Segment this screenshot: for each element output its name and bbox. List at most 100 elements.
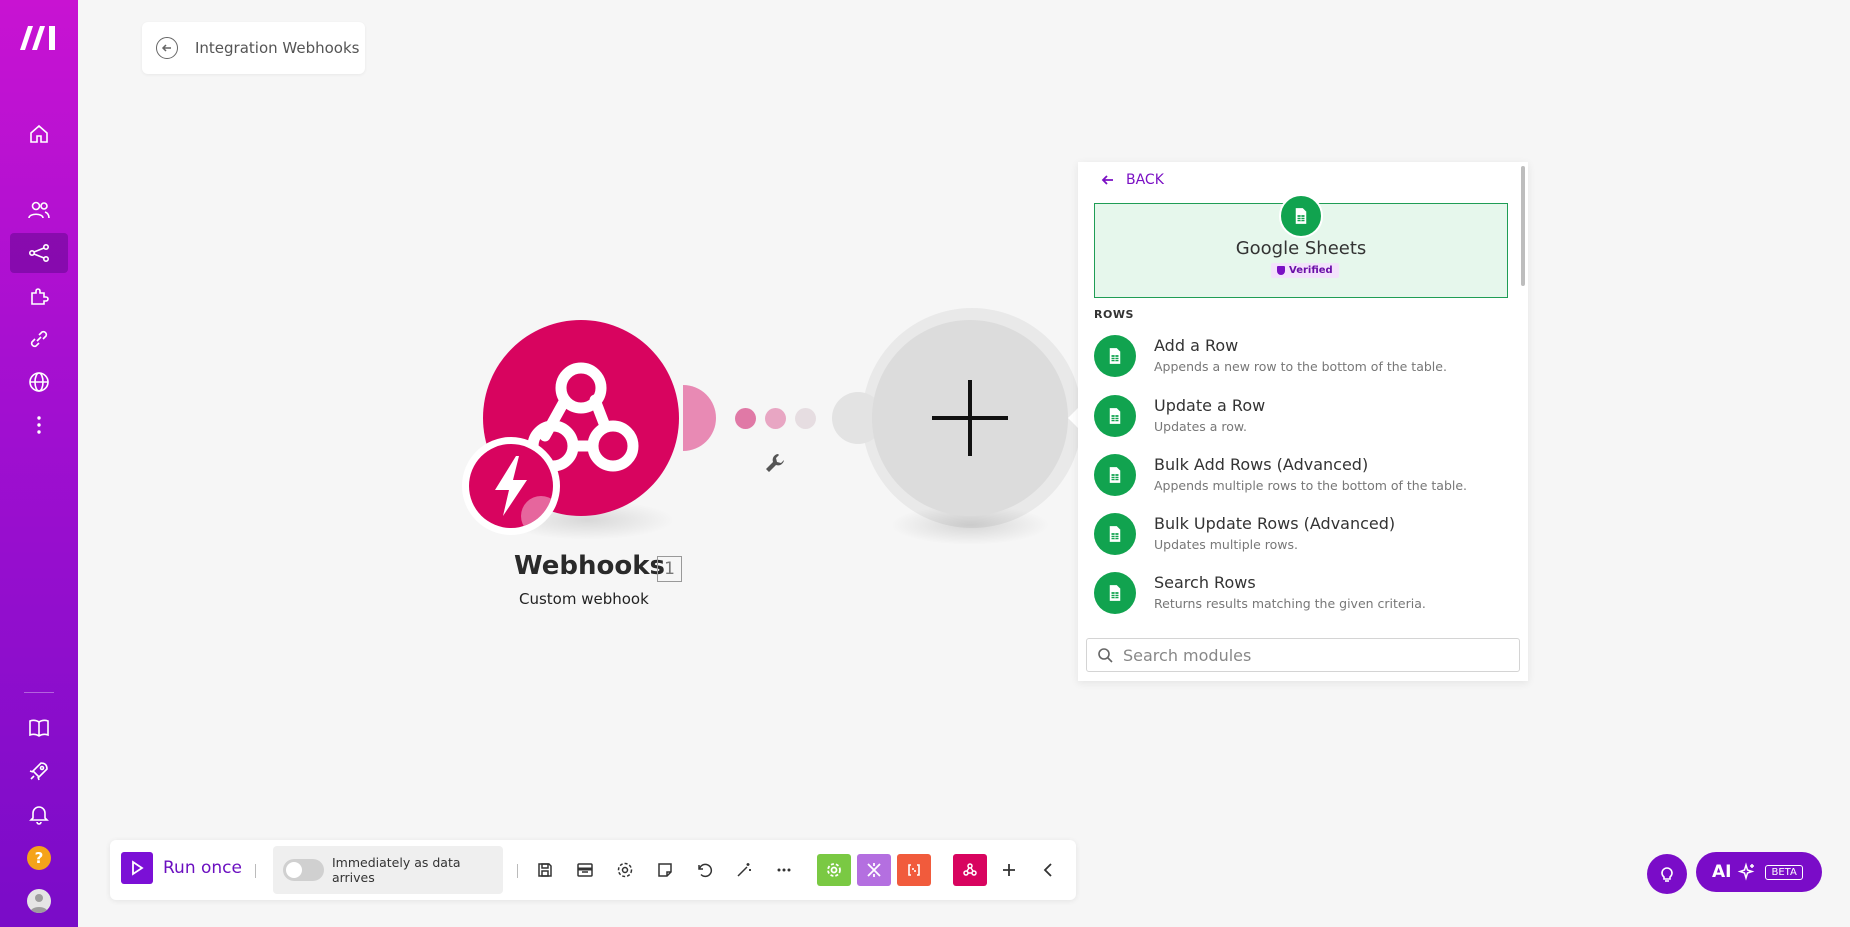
section-label-rows: ROWS [1094, 308, 1134, 321]
back-label: BACK [1126, 172, 1164, 188]
save-button[interactable] [531, 856, 559, 884]
flow-control-icon [867, 863, 881, 877]
wrench-icon[interactable] [764, 452, 786, 474]
bell-icon [29, 806, 49, 825]
google-sheets-icon [1094, 395, 1136, 437]
sidebar-item-webhooks[interactable] [10, 362, 68, 402]
google-sheets-icon [1094, 572, 1136, 614]
avatar [27, 889, 51, 913]
module-option-name: Bulk Add Rows (Advanced) [1154, 455, 1369, 474]
module-option-update-row[interactable]: Update a Row Updates a row. [1094, 395, 1514, 445]
module-option-search-rows[interactable]: Search Rows Returns results matching the… [1094, 572, 1514, 622]
back-arrow-icon[interactable] [156, 37, 178, 59]
flow-control-button[interactable] [857, 854, 891, 886]
ai-label: AI [1712, 862, 1732, 882]
webhook-icon [963, 863, 977, 876]
help-icon: ? [27, 846, 51, 870]
globe-icon [29, 372, 49, 392]
search-icon [1098, 648, 1113, 663]
lightbulb-icon [1661, 867, 1673, 882]
connector-dot [735, 408, 756, 429]
google-sheets-icon [1094, 454, 1136, 496]
panel-scrollbar[interactable] [1521, 166, 1525, 286]
module-option-desc: Returns results matching the given crite… [1154, 596, 1426, 611]
shield-icon [1277, 266, 1285, 275]
collapse-toolbar-button[interactable] [1035, 856, 1063, 884]
scenario-toolbar: Run once Immediately as data arrives [110, 840, 1076, 900]
notes-button[interactable] [651, 856, 679, 884]
schedule-toggle[interactable] [283, 859, 324, 881]
module-option-desc: Appends a new row to the bottom of the t… [1154, 359, 1447, 374]
module-option-name: Search Rows [1154, 573, 1256, 592]
brackets-icon [908, 864, 920, 876]
hints-button[interactable] [1647, 854, 1687, 894]
blueprint-icon [577, 863, 593, 877]
ai-assistant-button[interactable]: AI BETA [1696, 852, 1822, 892]
toolbar-separator [255, 864, 256, 878]
module-title[interactable]: Webhooks [514, 551, 665, 581]
scenario-title[interactable]: Integration Webhooks [195, 39, 360, 57]
sidebar-divider [24, 692, 54, 693]
back-button[interactable]: BACK [1100, 172, 1164, 188]
tools-gear-icon [827, 863, 841, 877]
verified-badge: Verified [1271, 263, 1339, 278]
sidebar-item-home[interactable] [10, 114, 68, 154]
more-horizontal-icon [777, 868, 791, 872]
play-icon [121, 852, 153, 884]
settings-button[interactable] [611, 856, 639, 884]
module-count-badge: 1 [657, 556, 682, 582]
module-picker-panel: BACK Google Sheets Verified ROWS Add a R… [1078, 162, 1528, 681]
module-option-bulk-update-rows[interactable]: Bulk Update Rows (Advanced) Updates mult… [1094, 513, 1514, 563]
sidebar-item-team[interactable] [10, 190, 68, 230]
sidebar-item-launch[interactable] [10, 751, 68, 791]
rocket-icon [29, 762, 48, 781]
save-icon [538, 863, 552, 877]
module-option-name: Bulk Update Rows (Advanced) [1154, 514, 1396, 533]
sidebar: ? [0, 0, 78, 927]
module-option-name: Update a Row [1154, 396, 1266, 415]
module-option-bulk-add-rows[interactable]: Bulk Add Rows (Advanced) Appends multipl… [1094, 454, 1514, 504]
plus-icon [1003, 864, 1015, 876]
undo-icon [698, 863, 713, 878]
sidebar-item-docs[interactable] [10, 708, 68, 748]
toolbar-separator [517, 864, 518, 878]
schedule-setting[interactable]: Immediately as data arrives [273, 846, 503, 894]
google-sheets-icon [1094, 513, 1136, 555]
sidebar-item-more[interactable] [10, 405, 68, 445]
run-once-label: Run once [163, 858, 242, 878]
blueprint-button[interactable] [571, 856, 599, 884]
run-once-button[interactable]: Run once [121, 852, 242, 884]
add-app-button[interactable] [995, 856, 1023, 884]
undo-button[interactable] [690, 856, 718, 884]
sidebar-item-help[interactable]: ? [10, 838, 68, 878]
webhooks-app-button[interactable] [953, 854, 987, 886]
auto-align-button[interactable] [730, 856, 758, 884]
beta-badge: BETA [1765, 864, 1803, 880]
module-subtitle: Custom webhook [519, 590, 649, 608]
tools-button[interactable] [817, 854, 851, 886]
sidebar-item-notifications[interactable] [10, 794, 68, 834]
team-icon [28, 201, 50, 219]
gear-icon [617, 862, 633, 878]
more-button[interactable] [770, 856, 798, 884]
google-sheets-icon [1279, 194, 1323, 238]
module-option-desc: Appends multiple rows to the bottom of t… [1154, 478, 1468, 493]
sidebar-item-apps[interactable] [10, 276, 68, 316]
module-option-name: Add a Row [1154, 336, 1239, 355]
search-modules-input[interactable] [1123, 645, 1503, 665]
google-sheets-icon [1094, 335, 1136, 377]
scenarios-icon [28, 243, 49, 263]
sidebar-item-connections[interactable] [10, 319, 68, 359]
module-option-desc: Updates a row. [1154, 419, 1247, 434]
sidebar-item-scenarios[interactable] [10, 233, 68, 273]
home-icon [30, 124, 48, 143]
chevron-left-icon [1043, 863, 1052, 877]
text-parser-button[interactable] [897, 854, 931, 886]
magic-wand-icon [737, 863, 751, 877]
module-option-add-row[interactable]: Add a Row Appends a new row to the botto… [1094, 335, 1514, 385]
make-logo[interactable] [20, 22, 58, 52]
sidebar-item-profile[interactable] [10, 881, 68, 921]
instant-trigger-icon[interactable] [469, 444, 553, 528]
schedule-label: Immediately as data arrives [331, 855, 461, 885]
breadcrumb: Integration Webhooks [142, 22, 365, 74]
